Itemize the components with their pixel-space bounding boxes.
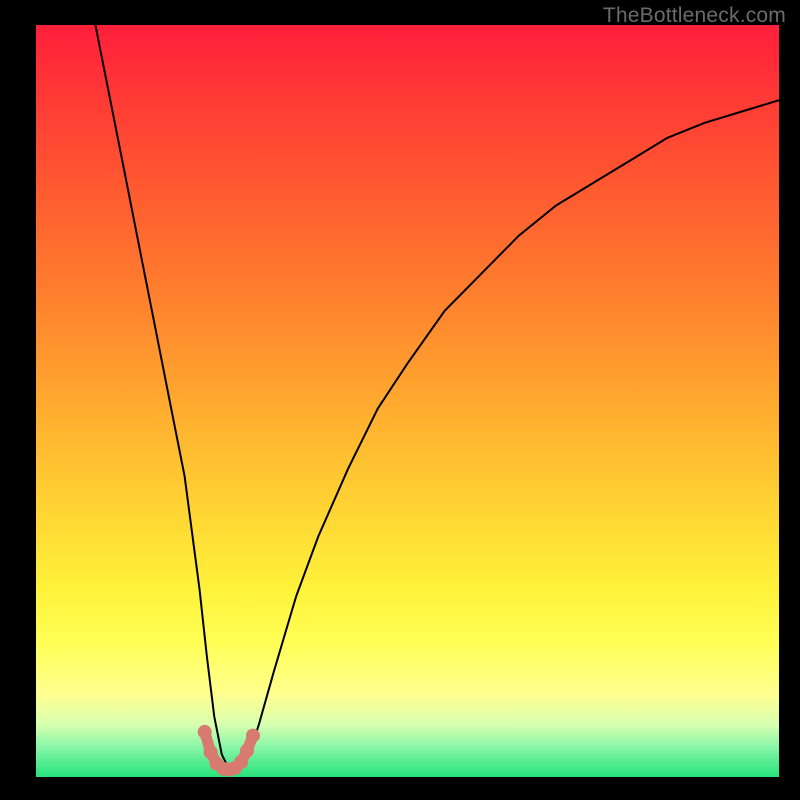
- chart-frame: TheBottleneck.com: [0, 0, 800, 800]
- trough-marker-dot: [240, 744, 254, 758]
- trough-markers: [198, 725, 260, 777]
- watermark-label: TheBottleneck.com: [603, 4, 786, 28]
- bottleneck-curve: [95, 25, 779, 770]
- curve-layer: [36, 25, 779, 777]
- trough-marker-dot: [246, 729, 260, 743]
- plot-area: [36, 25, 779, 777]
- trough-marker-dot: [198, 725, 212, 739]
